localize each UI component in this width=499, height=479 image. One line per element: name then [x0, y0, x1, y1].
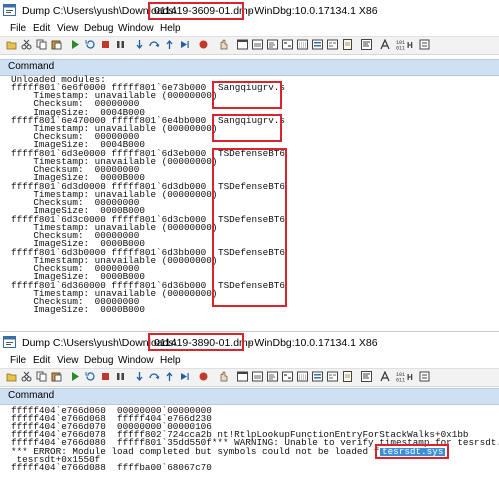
highlight-box-sangqiu-1 — [212, 81, 282, 109]
hex-display-icon[interactable]: 101011 H — [396, 39, 416, 50]
menu-help[interactable]: Help — [160, 23, 181, 34]
svg-text:H: H — [407, 373, 413, 382]
title-debugger-version: - WinDbg:10.0.17134.1 X86 — [248, 337, 378, 349]
locals-window-icon[interactable] — [267, 39, 278, 50]
copy-icon[interactable] — [36, 371, 47, 382]
disassembly-window-icon[interactable] — [327, 371, 338, 382]
source-mode-icon[interactable] — [361, 39, 372, 50]
cut-icon[interactable] — [21, 39, 32, 50]
paste-icon[interactable] — [51, 371, 62, 382]
command-output: fffff404`e766d060 00000000`00000000 ffff… — [0, 406, 499, 479]
run-to-cursor-icon[interactable] — [179, 371, 190, 382]
go-icon[interactable] — [70, 39, 81, 50]
toolbar: 101 011 H — [0, 36, 499, 55]
scratch-pad-icon[interactable] — [342, 39, 353, 50]
menu-view[interactable]: View — [57, 355, 79, 366]
copy-icon[interactable] — [36, 39, 47, 50]
menu-file[interactable]: File — [10, 355, 26, 366]
stop-debugging-icon[interactable] — [100, 39, 111, 50]
menu-help[interactable]: Help — [160, 355, 181, 366]
menu-bar: File Edit View Debug Window Help — [0, 353, 499, 368]
windbg-window-2: Dump C:\Users\yush\Downloads\ 011419-389… — [0, 331, 499, 479]
font-icon[interactable] — [380, 39, 391, 50]
title-debugger-version: - WinDbg:10.0.17134.1 X86 — [248, 5, 378, 17]
menu-window[interactable]: Window — [118, 23, 154, 34]
go-icon[interactable] — [70, 371, 81, 382]
windbg-app-icon — [3, 336, 16, 348]
registers-window-icon[interactable] — [282, 371, 293, 382]
command-output: Unloaded modules: fffff801`6e6f0000 ffff… — [0, 75, 499, 331]
command-label: Command — [8, 390, 55, 401]
stop-debugging-icon[interactable] — [100, 371, 111, 382]
restart-icon[interactable] — [85, 39, 96, 50]
stack-line: fffff404`e766d088 ffffba00`68067c70 — [11, 462, 212, 473]
registers-window-icon[interactable] — [282, 39, 293, 50]
title-bar: Dump C:\Users\yush\Downloads\ 011419-389… — [0, 332, 499, 353]
menu-edit[interactable]: Edit — [33, 23, 50, 34]
open-file-icon[interactable] — [6, 39, 17, 50]
breakpoint-icon[interactable] — [198, 39, 209, 50]
windbg-app-icon — [3, 4, 16, 16]
command-window-icon[interactable] — [237, 371, 248, 382]
restart-icon[interactable] — [85, 371, 96, 382]
paste-icon[interactable] — [51, 39, 62, 50]
hand-icon[interactable] — [218, 39, 229, 50]
step-over-icon[interactable] — [149, 39, 160, 50]
watch-window-icon[interactable] — [252, 371, 263, 382]
menu-debug[interactable]: Debug — [84, 355, 113, 366]
highlight-box-tsdefense — [212, 148, 287, 307]
menu-view[interactable]: View — [57, 23, 79, 34]
break-icon[interactable] — [115, 371, 126, 382]
highlight-box-tesrsdt — [375, 444, 449, 459]
scratch-pad-icon[interactable] — [342, 371, 353, 382]
menu-bar: File Edit View Debug Window Help — [0, 21, 499, 36]
command-window-icon[interactable] — [237, 39, 248, 50]
memory-window-icon[interactable] — [297, 371, 308, 382]
svg-text:011: 011 — [396, 378, 405, 383]
command-label: Command — [8, 61, 55, 72]
svg-text:011: 011 — [396, 46, 405, 51]
cut-icon[interactable] — [21, 371, 32, 382]
call-stack-window-icon[interactable] — [312, 371, 323, 382]
highlight-box-title — [148, 2, 244, 20]
module-imagesize: ImageSize: 0000B000 — [11, 304, 145, 315]
menu-debug[interactable]: Debug — [84, 23, 113, 34]
memory-window-icon[interactable] — [297, 39, 308, 50]
step-into-icon[interactable] — [134, 371, 145, 382]
step-out-icon[interactable] — [164, 39, 175, 50]
step-over-icon[interactable] — [149, 371, 160, 382]
svg-text:H: H — [407, 41, 413, 50]
options-icon[interactable] — [419, 39, 430, 50]
font-icon[interactable] — [380, 371, 391, 382]
highlight-box-sangqiu-2 — [212, 114, 282, 142]
menu-window[interactable]: Window — [118, 355, 154, 366]
run-to-cursor-icon[interactable] — [179, 39, 190, 50]
call-stack-window-icon[interactable] — [312, 39, 323, 50]
break-icon[interactable] — [115, 39, 126, 50]
locals-window-icon[interactable] — [267, 371, 278, 382]
menu-file[interactable]: File — [10, 23, 26, 34]
disassembly-window-icon[interactable] — [327, 39, 338, 50]
command-pane-header: Command — [0, 388, 499, 405]
hand-icon[interactable] — [218, 371, 229, 382]
breakpoint-icon[interactable] — [198, 371, 209, 382]
title-bar: Dump C:\Users\yush\Downloads\ 011419-360… — [0, 0, 499, 21]
open-file-icon[interactable] — [6, 371, 17, 382]
toolbar: 101 011 H — [0, 368, 499, 387]
windbg-window-1: Dump C:\Users\yush\Downloads\ 011419-360… — [0, 0, 499, 331]
menu-edit[interactable]: Edit — [33, 355, 50, 366]
highlight-box-title — [148, 333, 244, 351]
step-into-icon[interactable] — [134, 39, 145, 50]
hex-display-icon[interactable]: 101011 H — [396, 371, 416, 382]
options-icon[interactable] — [419, 371, 430, 382]
source-mode-icon[interactable] — [361, 371, 372, 382]
watch-window-icon[interactable] — [252, 39, 263, 50]
step-out-icon[interactable] — [164, 371, 175, 382]
